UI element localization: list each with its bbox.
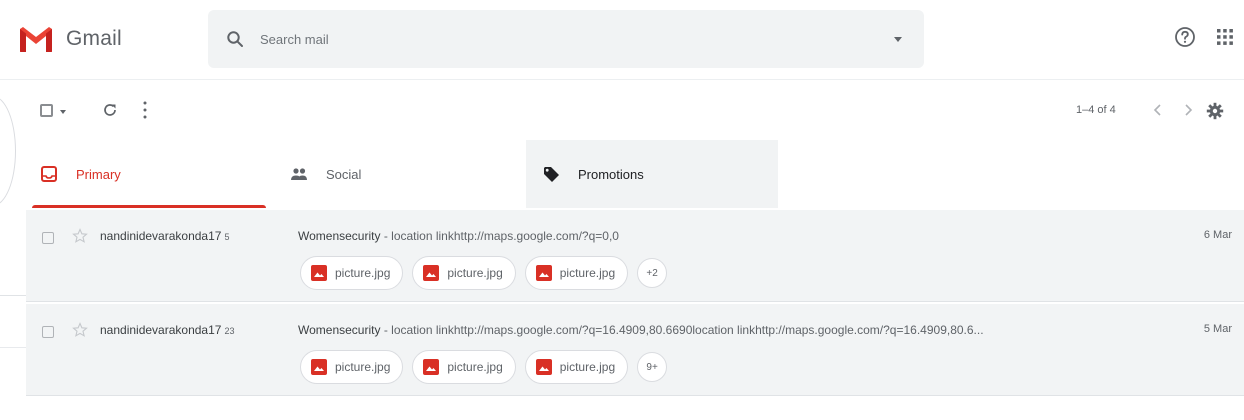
attachment-chip[interactable]: picture.jpg — [524, 350, 629, 384]
email-snippet: - location linkhttp://maps.google.com/?q… — [380, 323, 984, 337]
tag-icon — [544, 167, 559, 182]
attachment-name: picture.jpg — [335, 266, 391, 280]
search-options-icon[interactable] — [894, 37, 902, 42]
email-row[interactable]: nandinidevarakonda17 23 Womensecurity - l… — [26, 304, 1244, 396]
image-file-icon — [311, 359, 327, 375]
people-icon — [291, 168, 307, 180]
attachment-chips: picture.jpg picture.jpg picture.jpg 9+ — [300, 350, 668, 384]
email-subject: Womensecurity — [298, 323, 381, 337]
gmail-logo[interactable]: Gmail — [18, 22, 122, 56]
settings-icon[interactable] — [1206, 102, 1224, 120]
sender-name: nandinidevarakonda17 5 — [100, 229, 229, 243]
subject-line: Womensecurity - location linkhttp://maps… — [298, 323, 1168, 337]
attachment-name: picture.jpg — [559, 360, 616, 374]
search-icon[interactable] — [226, 30, 244, 48]
search-bar — [208, 10, 924, 68]
search-input[interactable] — [260, 28, 820, 50]
email-date: 6 Mar — [1203, 229, 1232, 241]
image-file-icon — [423, 359, 440, 375]
gmail-window: Gmail Search mail 1–4 of 4 Primary Socia… — [0, 0, 1244, 420]
pagination-text: 1–4 of 4 — [1076, 104, 1116, 116]
attachment-name: picture.jpg — [447, 360, 503, 374]
image-file-icon — [311, 265, 327, 281]
more-attachments-chip[interactable]: +2 — [637, 258, 668, 288]
row-checkbox[interactable] — [42, 326, 54, 338]
header-divider — [0, 79, 1244, 80]
app-name: Gmail — [66, 27, 122, 50]
help-icon[interactable] — [1174, 26, 1196, 48]
previous-page-icon[interactable] — [1152, 103, 1164, 117]
apps-icon[interactable] — [1216, 28, 1234, 46]
select-all-checkbox[interactable] — [40, 104, 53, 117]
image-file-icon — [423, 265, 440, 281]
email-row[interactable]: nandinidevarakonda17 5 Womensecurity - lo… — [26, 210, 1244, 302]
attachment-chip[interactable]: picture.jpg — [300, 350, 404, 384]
tab-primary-label: Primary — [76, 167, 121, 182]
header: Gmail — [0, 0, 1244, 80]
select-menu-icon[interactable] — [60, 110, 66, 114]
next-page-icon[interactable] — [1182, 103, 1194, 117]
tab-social-label: Social — [326, 167, 362, 182]
inbox-icon — [41, 166, 57, 182]
image-file-icon — [535, 359, 552, 375]
email-subject: Womensecurity — [298, 229, 381, 243]
gmail-m-icon — [20, 27, 52, 52]
refresh-icon[interactable] — [102, 102, 118, 118]
thread-count: 23 — [224, 326, 235, 336]
attachment-name: picture.jpg — [447, 266, 503, 280]
toolbar: 1–4 of 4 — [0, 82, 1244, 138]
more-options-icon[interactable] — [142, 100, 148, 120]
sender-name: nandinidevarakonda17 23 — [100, 323, 234, 337]
tab-promotions-label: Promotions — [578, 167, 644, 182]
email-snippet: - location linkhttp://maps.google.com/?q… — [380, 229, 619, 243]
star-icon[interactable] — [72, 322, 88, 338]
sender-name-text: nandinidevarakonda17 — [100, 323, 222, 337]
attachment-chips: picture.jpg picture.jpg picture.jpg +2 — [300, 256, 668, 290]
more-attachments-chip[interactable]: 9+ — [637, 352, 668, 382]
attachment-chip[interactable]: picture.jpg — [524, 256, 629, 290]
subject-line: Womensecurity - location linkhttp://maps… — [298, 229, 1168, 243]
attachment-name: picture.jpg — [335, 360, 391, 374]
email-date: 5 Mar — [1203, 323, 1232, 335]
attachment-chip[interactable]: picture.jpg — [412, 256, 516, 290]
star-icon[interactable] — [72, 228, 88, 244]
tab-promotions[interactable]: Promotions — [526, 140, 778, 208]
thread-count: 5 — [224, 232, 230, 242]
selected-tab-indicator — [32, 205, 266, 208]
attachment-name: picture.jpg — [559, 266, 616, 280]
attachment-chip[interactable]: picture.jpg — [412, 350, 516, 384]
tab-primary[interactable]: Primary — [32, 140, 266, 208]
row-checkbox[interactable] — [42, 232, 54, 244]
sender-name-text: nandinidevarakonda17 — [100, 229, 222, 243]
attachment-chip[interactable]: picture.jpg — [300, 256, 404, 290]
category-tabs: Primary Social Promotions — [0, 140, 1244, 348]
image-file-icon — [535, 265, 552, 281]
tab-social[interactable]: Social — [274, 140, 526, 208]
